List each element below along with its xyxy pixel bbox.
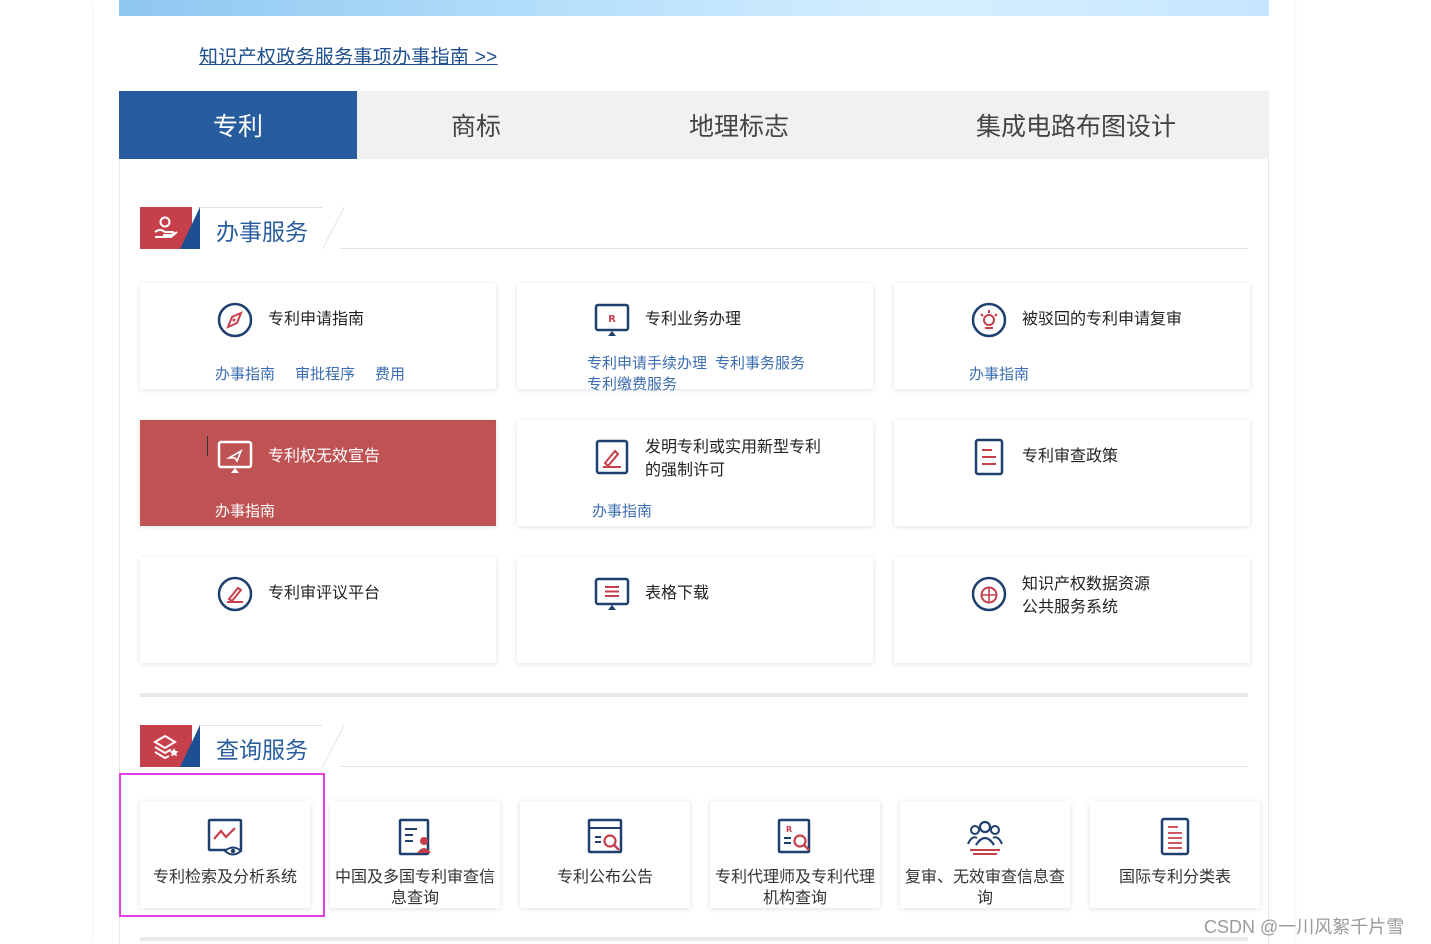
- bottom-separator: [140, 937, 1248, 941]
- monitor-list-icon: [594, 577, 630, 610]
- query-card-label: 国际专利分类表: [1118, 869, 1231, 886]
- link-guide[interactable]: 办事指南: [592, 503, 652, 520]
- link-approval-procedure[interactable]: 审批程序: [295, 366, 355, 383]
- section-accent-triangle: [180, 207, 200, 249]
- card-form-download[interactable]: 表格下载: [517, 557, 873, 663]
- card-title: 专利申请指南: [268, 311, 365, 328]
- section-title-affairs: 办事服务: [216, 219, 308, 245]
- query-card-publication[interactable]: 专利公布公告: [520, 801, 690, 908]
- section-header-query: 查询服务: [140, 725, 1248, 767]
- section-header-affairs: 办事服务: [140, 207, 1248, 249]
- card-title-line2: 公共服务系统: [1022, 599, 1119, 616]
- card-links: 办事指南: [215, 500, 295, 521]
- tab-ic-layout-design[interactable]: 集成电路布图设计: [883, 91, 1269, 159]
- link-affairs-service[interactable]: 专利事务服务: [715, 355, 805, 372]
- monitor-send-icon: [217, 440, 253, 473]
- card-patent-business[interactable]: R 专利业务办理 专利申请手续办理 专利事务服务专利缴费服务: [517, 283, 873, 393]
- monitor-r-icon: R: [594, 303, 630, 336]
- card-title: 发明专利或实用新型专利 的强制许可: [645, 436, 821, 482]
- card-links: 办事指南: [969, 363, 1049, 384]
- database-globe-icon: [971, 576, 1007, 612]
- link-guide[interactable]: 办事指南: [215, 366, 275, 383]
- section-title-query: 查询服务: [216, 737, 308, 763]
- link-guide[interactable]: 办事指南: [969, 366, 1029, 383]
- card-title: 专利审评议平台: [268, 585, 381, 602]
- pen-circle-icon: [217, 576, 253, 612]
- card-compulsory-license[interactable]: 发明专利或实用新型专利 的强制许可 办事指南: [517, 420, 873, 526]
- svg-text:R: R: [786, 825, 792, 834]
- document-lines-icon: [974, 438, 1004, 476]
- query-card-label: 专利公布公告: [556, 869, 653, 886]
- bulb-icon: [971, 302, 1007, 338]
- link-fee-payment[interactable]: 专利缴费服务: [587, 376, 677, 393]
- card-title-line1: 发明专利或实用新型专利: [645, 439, 822, 456]
- category-tabs: 专利 商标 地理标志 集成电路布图设计: [119, 91, 1269, 159]
- service-guide-link[interactable]: 知识产权政务服务事项办事指南 >>: [199, 42, 498, 69]
- document-r-search-icon: R: [777, 818, 811, 854]
- link-fees[interactable]: 费用: [375, 366, 405, 383]
- query-card-label: 复审、无效审查信息查询: [904, 869, 1065, 907]
- link-application-procedures[interactable]: 专利申请手续办理: [587, 355, 707, 372]
- section-separator: [140, 693, 1248, 697]
- tab-trademark[interactable]: 商标: [357, 91, 595, 159]
- tab-patent[interactable]: 专利: [119, 91, 357, 159]
- card-title: 专利业务办理: [645, 311, 742, 328]
- pen-document-icon: [595, 439, 629, 475]
- card-title-line2: 的强制许可: [645, 462, 726, 479]
- query-card-examination-info[interactable]: 中国及多国专利审查信息查询: [330, 801, 500, 908]
- card-title: 被驳回的专利申请复审: [1022, 311, 1183, 328]
- section-tab-slant: [322, 207, 344, 249]
- document-search-icon: [587, 818, 623, 854]
- document-person-icon: [398, 818, 431, 856]
- tab-geographical-indication[interactable]: 地理标志: [595, 91, 883, 159]
- query-card-reexamination-info[interactable]: 复审、无效审查信息查询: [900, 801, 1070, 908]
- top-banner: [119, 0, 1269, 16]
- card-title-line1: 知识产权数据资源: [1022, 576, 1151, 593]
- card-links: 办事指南 审批程序 费用: [215, 363, 425, 384]
- query-card-agent-search[interactable]: R 专利代理师及专利代理机构查询: [710, 801, 880, 908]
- section-tab-slant: [322, 725, 344, 767]
- svg-text:R: R: [608, 314, 616, 325]
- card-review-platform[interactable]: 专利审评议平台: [140, 557, 496, 663]
- card-title: 表格下载: [645, 585, 710, 602]
- card-examination-policy[interactable]: 专利审查政策: [894, 420, 1250, 526]
- page: 知识产权政务服务事项办事指南 >> 专利 商标 地理标志 集成电路布图设计 办事…: [0, 0, 1431, 944]
- watermark: CSDN @一川风絮千片雪: [1204, 917, 1405, 937]
- card-patent-invalidation[interactable]: 专利权无效宣告 办事指南: [140, 420, 496, 526]
- card-patent-application-guide[interactable]: 专利申请指南 办事指南 审批程序 费用: [140, 283, 496, 389]
- query-card-label: 中国及多国专利审查信息查询: [334, 869, 495, 907]
- card-title: 知识产权数据资源 公共服务系统: [1022, 573, 1150, 619]
- section-accent-triangle: [180, 725, 200, 767]
- text-cursor: [207, 436, 208, 456]
- card-title: 专利审查政策: [1022, 448, 1119, 465]
- query-card-label: 专利代理师及专利代理机构查询: [714, 869, 875, 907]
- card-ip-data-resources[interactable]: 知识产权数据资源 公共服务系统: [894, 557, 1250, 663]
- compass-icon: [217, 302, 253, 338]
- card-rejected-reexamination[interactable]: 被驳回的专利申请复审 办事指南: [894, 283, 1250, 389]
- document-list-icon: [1160, 817, 1190, 856]
- people-group-icon: [967, 820, 1003, 855]
- card-title: 专利权无效宣告: [268, 448, 381, 465]
- card-links: 办事指南: [592, 500, 672, 521]
- query-card-ipc-table[interactable]: 国际专利分类表: [1090, 801, 1260, 908]
- card-links: 专利申请手续办理 专利事务服务专利缴费服务: [587, 353, 837, 395]
- focus-highlight-box: [119, 773, 325, 917]
- link-guide[interactable]: 办事指南: [215, 503, 275, 520]
